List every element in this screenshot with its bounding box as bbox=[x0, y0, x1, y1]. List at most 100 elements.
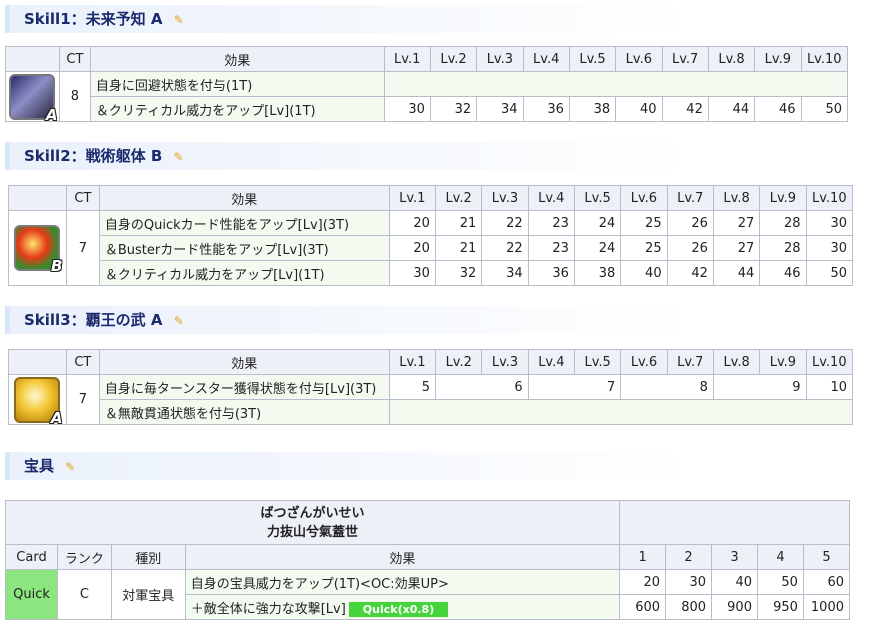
lv-value: 44 bbox=[712, 260, 761, 286]
lv-value: 27 bbox=[712, 235, 761, 261]
empty-cell bbox=[383, 71, 849, 97]
np-value: 1000 bbox=[802, 594, 851, 620]
np-value: 950 bbox=[756, 594, 804, 620]
lv-value: 5 bbox=[388, 374, 437, 400]
icon-header-cell bbox=[5, 46, 60, 72]
skill2-icon-cell: B bbox=[8, 210, 67, 286]
lv-value: 25 bbox=[620, 210, 668, 236]
lv-value: 9 bbox=[712, 374, 807, 400]
skill1-effect-2: ＆クリティカル威力をアップ[Lv](1T) bbox=[89, 96, 385, 122]
lv-header: Lv.4 bbox=[527, 349, 576, 375]
np-effect-2-cell: ＋敵全体に強力な攻撃[Lv] Quick(x0.8) bbox=[184, 594, 621, 620]
skill2-effect-2: ＆Busterカード性能をアップ[Lv](3T) bbox=[98, 235, 390, 261]
skill3-icon-cell: A bbox=[8, 374, 67, 427]
edit-pencil-icon[interactable]: ✎ bbox=[174, 143, 184, 171]
lv-header: Lv.8 bbox=[707, 46, 756, 72]
lv-header: Lv.8 bbox=[712, 185, 761, 211]
skill2-table: CT 効果 Lv.1 Lv.2 Lv.3 Lv.4 Lv.5 Lv.6 Lv.7… bbox=[8, 185, 854, 286]
skill1-table: CT 効果 Lv.1 Lv.2 Lv.3 Lv.4 Lv.5 Lv.6 Lv.7… bbox=[5, 46, 849, 124]
lv-header: Lv.2 bbox=[435, 349, 483, 375]
quick-multiplier-badge: Quick(x0.8) bbox=[348, 601, 449, 617]
lv-value: 46 bbox=[759, 260, 807, 286]
lv-header: Lv.6 bbox=[620, 349, 668, 375]
np-header: 宝具 ✎ bbox=[5, 452, 863, 480]
lv-header: Lv.9 bbox=[759, 349, 807, 375]
lv-value: 30 bbox=[383, 96, 431, 122]
lv-header: Lv.7 bbox=[666, 349, 714, 375]
skill3-title: Skill3：覇王の武 A bbox=[24, 311, 163, 329]
skill1-ct: 8 bbox=[58, 71, 91, 122]
skill2-ct: 7 bbox=[65, 210, 100, 286]
lv-header: Lv.6 bbox=[615, 46, 663, 72]
np-value: 800 bbox=[665, 594, 713, 620]
lv-value: 40 bbox=[615, 96, 663, 122]
np-value: 20 bbox=[619, 569, 667, 595]
lv-header: Lv.3 bbox=[481, 185, 529, 211]
edit-pencil-icon[interactable]: ✎ bbox=[65, 453, 75, 481]
card-buff-skill-icon: B bbox=[14, 225, 62, 275]
skill3-effect-1: 自身に毎ターンスター獲得状態を付与[Lv](3T) bbox=[98, 374, 390, 400]
lv-value: 28 bbox=[759, 210, 807, 236]
lv-value: 20 bbox=[388, 235, 436, 261]
np-rank: C bbox=[56, 569, 112, 620]
lv-value: 8 bbox=[620, 374, 714, 400]
np-value: 60 bbox=[802, 569, 851, 595]
skill1-title: Skill1：未来予知 A bbox=[24, 10, 163, 28]
lv-value: 36 bbox=[527, 260, 575, 286]
type-header: 種別 bbox=[110, 544, 186, 570]
np-name-cell: ばつざんがいせい 力抜山兮氣蓋世 bbox=[4, 500, 621, 545]
effect-header: 効果 bbox=[98, 185, 390, 211]
lv-value: 38 bbox=[573, 260, 622, 286]
np-level-header: 2 bbox=[665, 544, 713, 570]
lv-value: 26 bbox=[666, 235, 714, 261]
star-gain-skill-icon: A bbox=[14, 376, 62, 427]
edit-pencil-icon[interactable]: ✎ bbox=[174, 307, 184, 335]
empty-cell bbox=[388, 399, 854, 425]
lv-value: 25 bbox=[620, 235, 668, 261]
lv-header: Lv.7 bbox=[661, 46, 709, 72]
lv-header: Lv.4 bbox=[522, 46, 570, 72]
lv-value: 22 bbox=[481, 235, 529, 261]
lv-header: Lv.7 bbox=[666, 185, 714, 211]
np-effect-1: 自身の宝具威力をアップ(1T)<OC:効果UP> bbox=[184, 569, 621, 595]
lv-value: 40 bbox=[620, 260, 668, 286]
lv-value: 6 bbox=[435, 374, 529, 400]
edit-pencil-icon[interactable]: ✎ bbox=[174, 6, 184, 34]
np-level-header: 5 bbox=[802, 544, 851, 570]
lv-value: 50 bbox=[800, 96, 848, 122]
lv-header: Lv.2 bbox=[429, 46, 478, 72]
lv-header: Lv.5 bbox=[573, 185, 622, 211]
skill2-header: Skill2：戦術躯体 B ✎ bbox=[5, 142, 863, 170]
lv-header: Lv.10 bbox=[800, 46, 848, 72]
skill1-icon-cell: A bbox=[5, 71, 60, 124]
skill2-title: Skill2：戦術躯体 B bbox=[24, 147, 163, 165]
lv-value: 27 bbox=[712, 210, 761, 236]
lv-header: Lv.10 bbox=[805, 185, 854, 211]
lv-header: Lv.8 bbox=[712, 349, 761, 375]
effect-header: 効果 bbox=[184, 544, 621, 570]
lv-value: 26 bbox=[666, 210, 714, 236]
skill2-effect-3: ＆クリティカル威力をアップ[Lv](1T) bbox=[98, 260, 390, 286]
lv-header: Lv.3 bbox=[481, 349, 529, 375]
lv-value: 42 bbox=[661, 96, 709, 122]
np-level-header: 1 bbox=[619, 544, 667, 570]
lv-value: 34 bbox=[476, 96, 524, 122]
evasion-skill-icon: A bbox=[9, 73, 57, 124]
skill1-effect-1: 自身に回避状態を付与(1T) bbox=[89, 71, 385, 97]
lv-value: 23 bbox=[527, 235, 575, 261]
np-level-header: 3 bbox=[711, 544, 758, 570]
ct-header: CT bbox=[65, 349, 100, 375]
np-section-title: 宝具 bbox=[24, 457, 55, 475]
lv-value: 10 bbox=[805, 374, 854, 400]
skill3-ct: 7 bbox=[65, 374, 100, 425]
lv-header: Lv.9 bbox=[759, 185, 807, 211]
lv-value: 23 bbox=[527, 210, 575, 236]
lv-header: Lv.6 bbox=[620, 185, 668, 211]
effect-header: 効果 bbox=[89, 46, 385, 72]
rank-header: ランク bbox=[56, 544, 112, 570]
effect-header: 効果 bbox=[98, 349, 390, 375]
lv-header: Lv.1 bbox=[388, 349, 437, 375]
skill1-header: Skill1：未来予知 A ✎ bbox=[5, 5, 863, 33]
lv-header: Lv.1 bbox=[388, 185, 436, 211]
card-header: Card bbox=[5, 544, 58, 570]
